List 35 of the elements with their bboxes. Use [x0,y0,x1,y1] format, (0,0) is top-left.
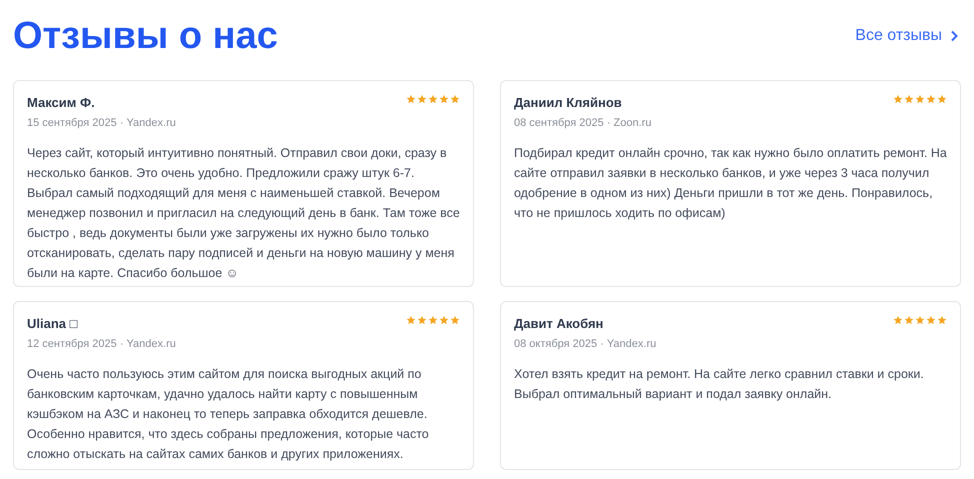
review-meta: 15 сентября 2025 · Yandex.ru [27,116,176,131]
review-text: Очень часто пользуюсь этим сайтом для поиска выгодных акций по банковским карточкам, удачно удалось найти карту с повышенным кэшбэком на АЗС и наконец то теперь заправка обходится дешевле. Особенно нравится, что здесь собраны предложения, которые часто сложно отыскать на сайтах самих банков и других приложениях. [27,366,430,463]
review-text: Подбирал кредит онлайн срочно, так как нужно было оплатить ремонт. На сайте отправил заявки в несколько банков, и уже через 3 часа получил одобрение в одном из них) Деньги пришли в тот же день. Понравилось, что не пришлось ходить по офисам) [514,145,947,222]
star-icon [926,315,936,325]
star-icon [406,315,416,325]
all-reviews-link[interactable]: Все отзывы [855,24,959,48]
section-title: Отзывы о нас [13,17,278,55]
star-icon [450,315,460,325]
star-icon [417,315,427,325]
review-meta: 08 сентября 2025 · Zoon.ru [514,116,652,131]
star-icon [937,94,947,104]
star-icon [417,94,427,104]
star-icon [428,94,438,104]
review-meta: 12 сентября 2025 · Yandex.ru [27,337,176,352]
author-name: Максим Ф. [27,94,96,112]
review-text: Через сайт, который интуитивно понятный. Отправил свои доки, сразу в несколько банков. Это очень удобно. Предложили сражу штук 6-7. Выбрал самый подходящий для меня с наименьшей ставкой. Вечером менеджер позвонил и пригласил на следующий день в банк. Там тоже все быстро , ведь документы были уже загружены их нужно было только отсканировать, сделать пару подписей и деньги на новую машину у меня были на карте. Спасибо большое ☺ [27,145,460,282]
star-icon [926,94,936,104]
star-icon [937,315,947,325]
star-icon [893,315,903,325]
star-icon [428,315,438,325]
author-name: Давит Акобян [514,315,604,333]
chevron-right-icon [950,30,959,42]
review-text: Хотел взять кредит на ремонт. На сайте легко сравнил ставки и сроки. Выбрал оптимальный вариант и подал заявку онлайн. [514,366,925,403]
review-meta: 08 октября 2025 · Yandex.ru [514,337,656,352]
star-icon [904,94,914,104]
author-name: Даниил Кляйнов [514,94,623,112]
star-icon [450,94,460,104]
star-icon [904,315,914,325]
star-icon [439,94,449,104]
star-icon [893,94,903,104]
star-icon [915,94,925,104]
author-name: Uliana □ [27,315,78,333]
star-icon [915,315,925,325]
star-icon [406,94,416,104]
star-icon [439,315,449,325]
